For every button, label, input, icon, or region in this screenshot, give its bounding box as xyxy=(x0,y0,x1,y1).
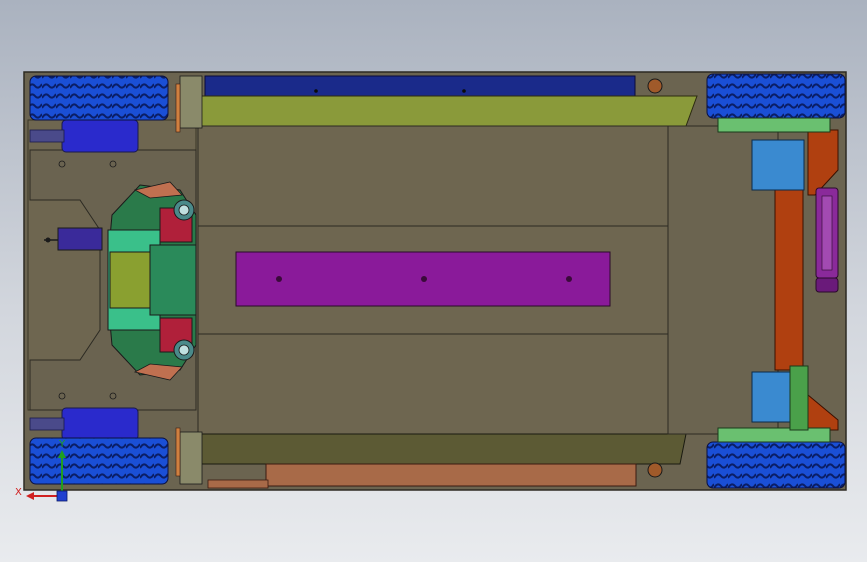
control-box[interactable] xyxy=(57,227,103,251)
center-plate-bolt xyxy=(566,276,572,282)
hydraulic-rod xyxy=(821,195,833,271)
wheel-front-left[interactable] xyxy=(29,75,169,121)
green-bracket-lower xyxy=(789,365,809,431)
motor-left-lower-shaft xyxy=(29,417,65,431)
wheel-front-right[interactable] xyxy=(706,73,846,119)
top-navy-rail xyxy=(204,75,636,99)
motor-left-upper[interactable] xyxy=(61,119,139,153)
rail-bolt xyxy=(314,89,318,93)
left-post-upper xyxy=(179,75,203,129)
center-plate-bolt xyxy=(421,276,427,282)
gearbox-green-core xyxy=(149,244,197,316)
chassis-assembly-view[interactable] xyxy=(0,0,867,562)
sky-actuator-upper[interactable] xyxy=(751,139,805,191)
left-post-lower xyxy=(179,431,203,485)
right-brace-vertical[interactable] xyxy=(774,189,804,371)
axis-x-label: X xyxy=(15,487,22,498)
pivot-bottom-right xyxy=(647,462,663,478)
hydraulic-clevis xyxy=(815,277,839,293)
control-box-knob xyxy=(45,237,51,243)
center-plate-bolt xyxy=(276,276,282,282)
wheel-rear-left[interactable] xyxy=(29,437,169,485)
bottom-rust-band-thin xyxy=(207,479,269,489)
rail-bolt xyxy=(462,89,466,93)
green-strip-upper xyxy=(717,117,831,133)
deck-panel-top[interactable] xyxy=(197,125,669,227)
axis-y-label: Y xyxy=(59,439,66,450)
motor-left-lower[interactable] xyxy=(61,407,139,441)
pin-orange-lower xyxy=(175,427,181,477)
wheel-rear-right[interactable] xyxy=(706,441,846,489)
pin-orange-upper xyxy=(175,83,181,133)
bottom-deck-plate[interactable] xyxy=(179,433,687,465)
gearbox-olive-block xyxy=(109,251,156,309)
motor-left-upper-shaft xyxy=(29,129,65,143)
bearing-upper-inner xyxy=(178,204,190,216)
cad-viewport[interactable]: X Y xyxy=(0,0,867,562)
bearing-lower-inner xyxy=(178,344,190,356)
green-strip-lower xyxy=(717,427,831,443)
top-deck-plate[interactable] xyxy=(179,95,698,127)
bottom-rust-band xyxy=(265,463,637,487)
deck-panel-bottom[interactable] xyxy=(197,333,669,435)
pivot-top-right xyxy=(647,78,663,94)
